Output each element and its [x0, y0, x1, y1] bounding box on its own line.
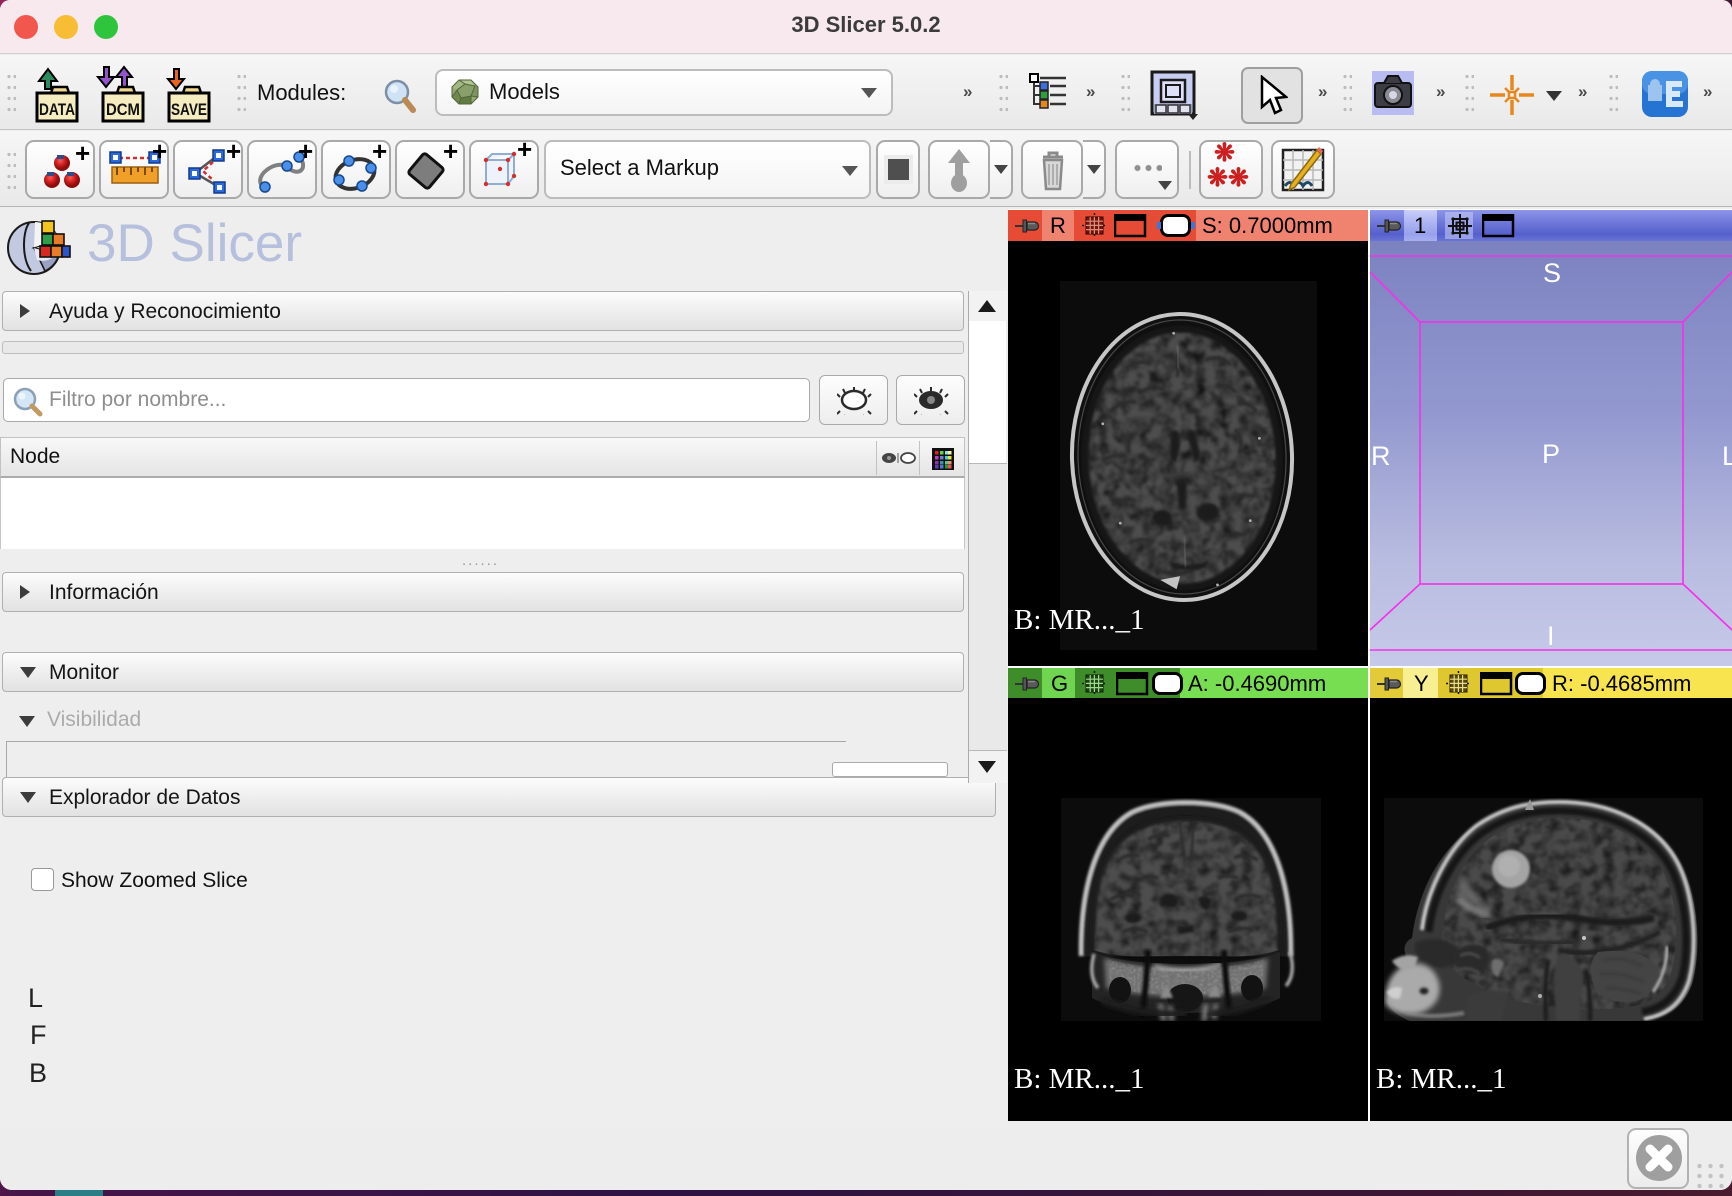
svg-text:+: + [152, 140, 167, 166]
svg-text:+: + [298, 140, 313, 166]
svg-text:+: + [75, 140, 90, 168]
svg-text:I: I [1547, 621, 1555, 651]
svg-text:+: + [517, 140, 532, 164]
svg-text:SAVE: SAVE [171, 100, 207, 119]
svg-text:S: S [1543, 258, 1561, 288]
svg-text:P: P [1542, 439, 1560, 469]
svg-text:+: + [372, 140, 387, 166]
svg-text:DATA: DATA [39, 100, 75, 119]
svg-text:R: R [1371, 441, 1391, 471]
svg-text:+: + [443, 140, 458, 166]
svg-text:+: + [226, 140, 241, 166]
svg-text:DCM: DCM [106, 100, 140, 119]
svg-text:L: L [1722, 441, 1732, 471]
